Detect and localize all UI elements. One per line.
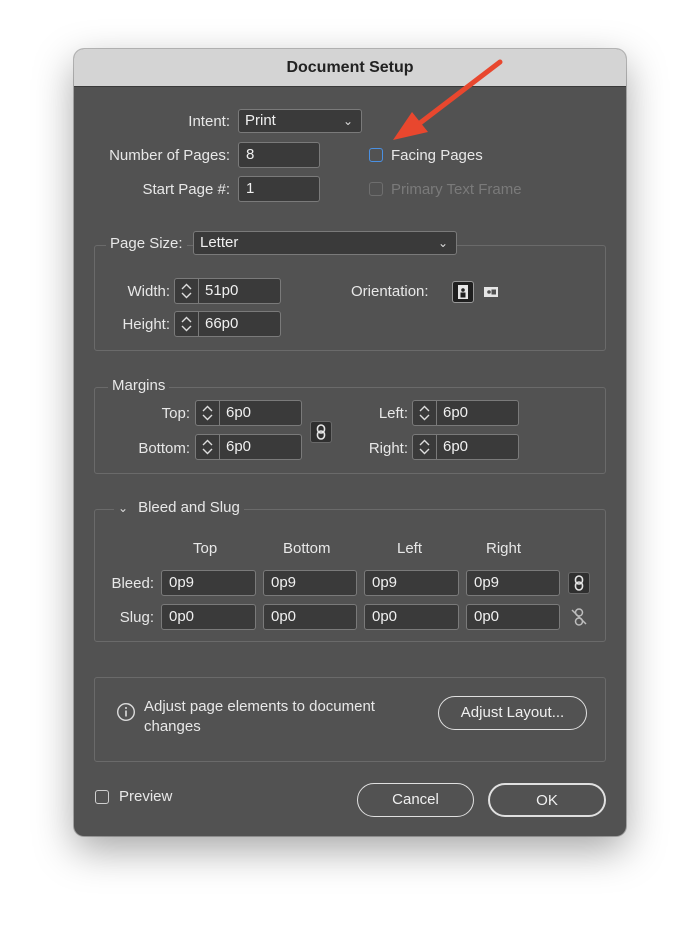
margin-right-field[interactable]: 6p0 [412, 434, 519, 460]
ok-button[interactable]: OK [488, 783, 606, 817]
bleed-top-input[interactable]: 0p9 [161, 570, 256, 596]
height-value: 66p0 [205, 315, 239, 332]
chain-link-icon [316, 424, 326, 440]
start-page-label: Start Page #: [142, 181, 230, 198]
stepper-arrows-icon [202, 405, 213, 421]
margin-right-label: Right: [368, 440, 408, 457]
cancel-button[interactable]: Cancel [357, 783, 474, 817]
margins-legend: Margins [108, 376, 170, 396]
margin-bottom-field[interactable]: 6p0 [195, 434, 302, 460]
num-pages-input[interactable]: 8 [238, 142, 320, 168]
margin-bottom-value: 6p0 [226, 438, 252, 455]
height-label: Height: [122, 316, 170, 333]
intent-value: Print [245, 112, 276, 129]
facing-pages-checkbox[interactable] [369, 148, 383, 162]
stepper-arrows-icon [181, 283, 192, 299]
intent-select[interactable]: Print ⌄ [238, 109, 362, 133]
slug-top-input[interactable]: 0p0 [161, 604, 256, 630]
width-stepper-field[interactable]: 51p0 [174, 278, 281, 304]
bleed-link-button[interactable] [568, 572, 590, 594]
orientation-label: Orientation: [351, 283, 429, 300]
bleed-header-left: Left [397, 540, 423, 557]
slug-bottom-input[interactable]: 0p0 [263, 604, 357, 630]
dialog-title: Document Setup [74, 49, 626, 87]
margin-bottom-label: Bottom: [138, 440, 190, 457]
bleed-header-right: Right [486, 540, 522, 557]
portrait-page-icon [458, 285, 468, 299]
height-stepper-field[interactable]: 66p0 [174, 311, 281, 337]
chevron-down-icon: ⌄ [118, 501, 129, 515]
stepper-arrows-icon [202, 439, 213, 455]
bleed-right-input[interactable]: 0p9 [466, 570, 560, 596]
margins-link-button[interactable] [310, 421, 332, 443]
primary-text-frame-label: Primary Text Frame [391, 181, 522, 198]
page-size-group [94, 245, 606, 351]
slug-label: Slug: [119, 609, 154, 626]
orientation-portrait-button[interactable] [452, 281, 474, 303]
slug-right-input[interactable]: 0p0 [466, 604, 560, 630]
stepper-arrows-icon [181, 316, 192, 332]
bleed-left-input[interactable]: 0p9 [364, 570, 459, 596]
adjust-message-line1: Adjust page elements to document [144, 698, 375, 715]
adjust-layout-button[interactable]: Adjust Layout... [438, 696, 587, 730]
num-pages-label: Number of Pages: [109, 147, 230, 164]
margin-left-label: Left: [378, 405, 408, 422]
intent-label: Intent: [188, 113, 230, 130]
width-value: 51p0 [205, 282, 239, 299]
margin-left-stepper[interactable] [413, 401, 437, 425]
info-icon [116, 702, 136, 722]
preview-checkbox[interactable] [95, 790, 109, 804]
bleed-header-top: Top [193, 540, 218, 557]
margins-group [94, 387, 606, 474]
slug-unlink-button[interactable] [568, 606, 590, 628]
margin-left-value: 6p0 [443, 404, 469, 421]
height-stepper[interactable] [175, 312, 199, 336]
width-label: Width: [127, 283, 170, 300]
chevron-down-icon: ⌄ [342, 114, 353, 128]
chain-link-icon [574, 575, 584, 591]
broken-link-icon [571, 608, 587, 626]
margin-bottom-stepper[interactable] [196, 435, 220, 459]
page-size-value: Letter [200, 234, 239, 251]
bleed-slug-disclosure[interactable]: ⌄ Bleed and Slug [114, 498, 244, 518]
margin-right-stepper[interactable] [413, 435, 437, 459]
document-setup-dialog: Document Setup Intent: Print ⌄ Number of… [74, 49, 626, 836]
orientation-landscape-button[interactable] [480, 281, 502, 303]
stepper-arrows-icon [419, 405, 430, 421]
preview-label[interactable]: Preview [119, 787, 172, 807]
chevron-down-icon: ⌄ [437, 236, 448, 250]
bleed-bottom-input[interactable]: 0p9 [263, 570, 357, 596]
adjust-message-line2: changes [144, 718, 201, 735]
margin-top-value: 6p0 [226, 404, 252, 421]
margin-right-value: 6p0 [443, 438, 469, 455]
bleed-label: Bleed: [111, 575, 154, 592]
margin-top-field[interactable]: 6p0 [195, 400, 302, 426]
width-stepper[interactable] [175, 279, 199, 303]
facing-pages-label[interactable]: Facing Pages [391, 146, 483, 166]
slug-left-input[interactable]: 0p0 [364, 604, 459, 630]
stepper-arrows-icon [419, 439, 430, 455]
page-size-select[interactable]: Letter ⌄ [193, 231, 457, 255]
margin-top-label: Top: [161, 405, 190, 422]
margin-top-stepper[interactable] [196, 401, 220, 425]
start-page-input[interactable]: 1 [238, 176, 320, 202]
bleed-header-bottom: Bottom [283, 540, 331, 557]
page-size-label: Page Size: [106, 234, 187, 254]
margin-left-field[interactable]: 6p0 [412, 400, 519, 426]
primary-text-frame-checkbox[interactable] [369, 182, 383, 196]
bleed-slug-legend: Bleed and Slug [138, 499, 240, 516]
landscape-page-icon [484, 287, 498, 297]
